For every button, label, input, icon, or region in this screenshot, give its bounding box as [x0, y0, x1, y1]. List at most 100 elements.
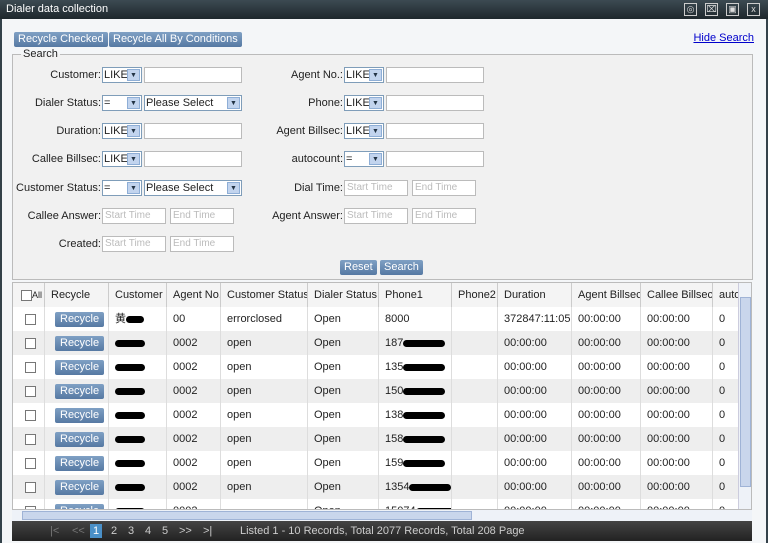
row-checkbox[interactable]	[13, 451, 45, 475]
cell-abill: 00:00:00	[572, 307, 641, 331]
row-checkbox[interactable]	[13, 379, 45, 403]
value-input[interactable]	[144, 151, 242, 167]
chevron-down-icon: ▼	[127, 69, 140, 81]
recycle-button[interactable]: Recycle	[55, 407, 105, 423]
cell-phone1: 150	[379, 379, 452, 403]
recycle-button[interactable]: Recycle	[55, 335, 105, 351]
page-2[interactable]: 2	[111, 521, 117, 541]
page-3[interactable]: 3	[128, 521, 134, 541]
row-checkbox[interactable]	[13, 403, 45, 427]
end-time-input[interactable]: End Time	[170, 236, 234, 252]
column-header[interactable]: Customer	[109, 283, 167, 307]
row-checkbox[interactable]	[13, 499, 45, 509]
row-checkbox[interactable]	[13, 475, 45, 499]
cell-dstatus: Open	[308, 307, 379, 331]
column-header[interactable]: Phone1	[379, 283, 452, 307]
reset-button[interactable]: Reset	[340, 260, 377, 275]
operator-select[interactable]: LIKE ▼	[102, 67, 142, 83]
cell-phone2	[452, 403, 498, 427]
cell-duration: 00:00:00	[498, 355, 572, 379]
column-header[interactable]: Agent Billsec	[572, 283, 641, 307]
start-time-input[interactable]: Start Time	[102, 236, 166, 252]
value-input[interactable]	[386, 67, 484, 83]
start-time-input[interactable]: Start Time	[102, 208, 166, 224]
recycle-button[interactable]: Recycle	[55, 383, 105, 399]
cell-cstatus: open	[221, 331, 308, 355]
column-header[interactable]: Dialer Status	[308, 283, 379, 307]
end-time-input[interactable]: End Time	[412, 180, 476, 196]
recycle-button[interactable]: Recycle	[55, 431, 105, 447]
operator-select[interactable]: LIKE ▼	[102, 151, 142, 167]
prev-page-button[interactable]: <<	[72, 521, 85, 541]
vertical-scrollbar[interactable]	[738, 283, 751, 509]
operator-select[interactable]: = ▼	[102, 180, 142, 196]
row-checkbox[interactable]	[13, 355, 45, 379]
cell-customer	[109, 475, 167, 499]
value-input[interactable]	[386, 151, 484, 167]
operator-select[interactable]: LIKE ▼	[344, 67, 384, 83]
cell-customer	[109, 403, 167, 427]
operator-select[interactable]: LIKE ▼	[102, 123, 142, 139]
operator-select[interactable]: = ▼	[344, 151, 384, 167]
status-select[interactable]: Please Select ▼	[144, 180, 242, 196]
column-header[interactable]: Customer Status	[221, 283, 308, 307]
cell-phone2	[452, 427, 498, 451]
recycle-all-button[interactable]: Recycle All By Conditions	[109, 32, 242, 47]
cell-cstatus: errorclosed	[221, 307, 308, 331]
cell-phone1: 8000	[379, 307, 452, 331]
cell-agent: 0002	[167, 331, 221, 355]
value-input[interactable]	[386, 123, 484, 139]
recycle-button[interactable]: Recycle	[55, 455, 105, 471]
page-5[interactable]: 5	[162, 521, 168, 541]
maximize-icon[interactable]: ⌧	[705, 3, 718, 16]
close-icon[interactable]: x	[747, 3, 760, 16]
recycle-button[interactable]: Recycle	[55, 479, 105, 495]
settings-icon[interactable]: ◎	[684, 3, 697, 16]
cell-abill: 00:00:00	[572, 427, 641, 451]
page-4[interactable]: 4	[145, 521, 151, 541]
recycle-checked-button[interactable]: Recycle Checked	[14, 32, 108, 47]
cell-phone1: 159	[379, 451, 452, 475]
search-button[interactable]: Search	[380, 260, 423, 275]
value-input[interactable]	[144, 67, 242, 83]
end-time-input[interactable]: End Time	[170, 208, 234, 224]
restore-icon[interactable]: ▣	[726, 3, 739, 16]
start-time-input[interactable]: Start Time	[344, 180, 408, 196]
cell-abill: 00:00:00	[572, 355, 641, 379]
cell-customer: 黄	[109, 307, 167, 331]
start-time-input[interactable]: Start Time	[344, 208, 408, 224]
row-checkbox[interactable]	[13, 427, 45, 451]
recycle-button[interactable]: Recycle	[55, 359, 105, 375]
left-label-5: Callee Answer:	[27, 210, 101, 222]
column-header[interactable]: Phone2	[452, 283, 498, 307]
cell-cstatus: open	[221, 355, 308, 379]
first-page-button[interactable]: |<	[50, 521, 59, 541]
cell-duration: 00:00:00	[498, 475, 572, 499]
value-input[interactable]	[144, 123, 242, 139]
cell-customer	[109, 427, 167, 451]
cell-agent: 0002	[167, 355, 221, 379]
select-all-checkbox[interactable]: All	[13, 283, 45, 307]
row-checkbox[interactable]	[13, 331, 45, 355]
cell-cstatus: open	[221, 403, 308, 427]
search-legend: Search	[23, 48, 58, 60]
column-header[interactable]: Agent No.	[167, 283, 221, 307]
next-page-button[interactable]: >>	[179, 521, 192, 541]
value-input[interactable]	[386, 95, 484, 111]
end-time-input[interactable]: End Time	[412, 208, 476, 224]
column-header[interactable]: Recycle	[45, 283, 109, 307]
operator-select[interactable]: = ▼	[102, 95, 142, 111]
column-header[interactable]: Duration	[498, 283, 572, 307]
last-page-button[interactable]: >|	[203, 521, 212, 541]
operator-select[interactable]: LIKE ▼	[344, 95, 384, 111]
hide-search-link[interactable]: Hide Search	[693, 32, 754, 44]
operator-select[interactable]: LIKE ▼	[344, 123, 384, 139]
cell-abill: 00:00:00	[572, 331, 641, 355]
recycle-button[interactable]: Recycle	[55, 311, 105, 327]
column-header[interactable]: Callee Billsec	[641, 283, 713, 307]
row-checkbox[interactable]	[13, 307, 45, 331]
status-select[interactable]: Please Select ▼	[144, 95, 242, 111]
horizontal-scrollbar[interactable]	[12, 510, 752, 521]
cell-dstatus: Open	[308, 475, 379, 499]
page-1[interactable]: 1	[90, 524, 103, 538]
